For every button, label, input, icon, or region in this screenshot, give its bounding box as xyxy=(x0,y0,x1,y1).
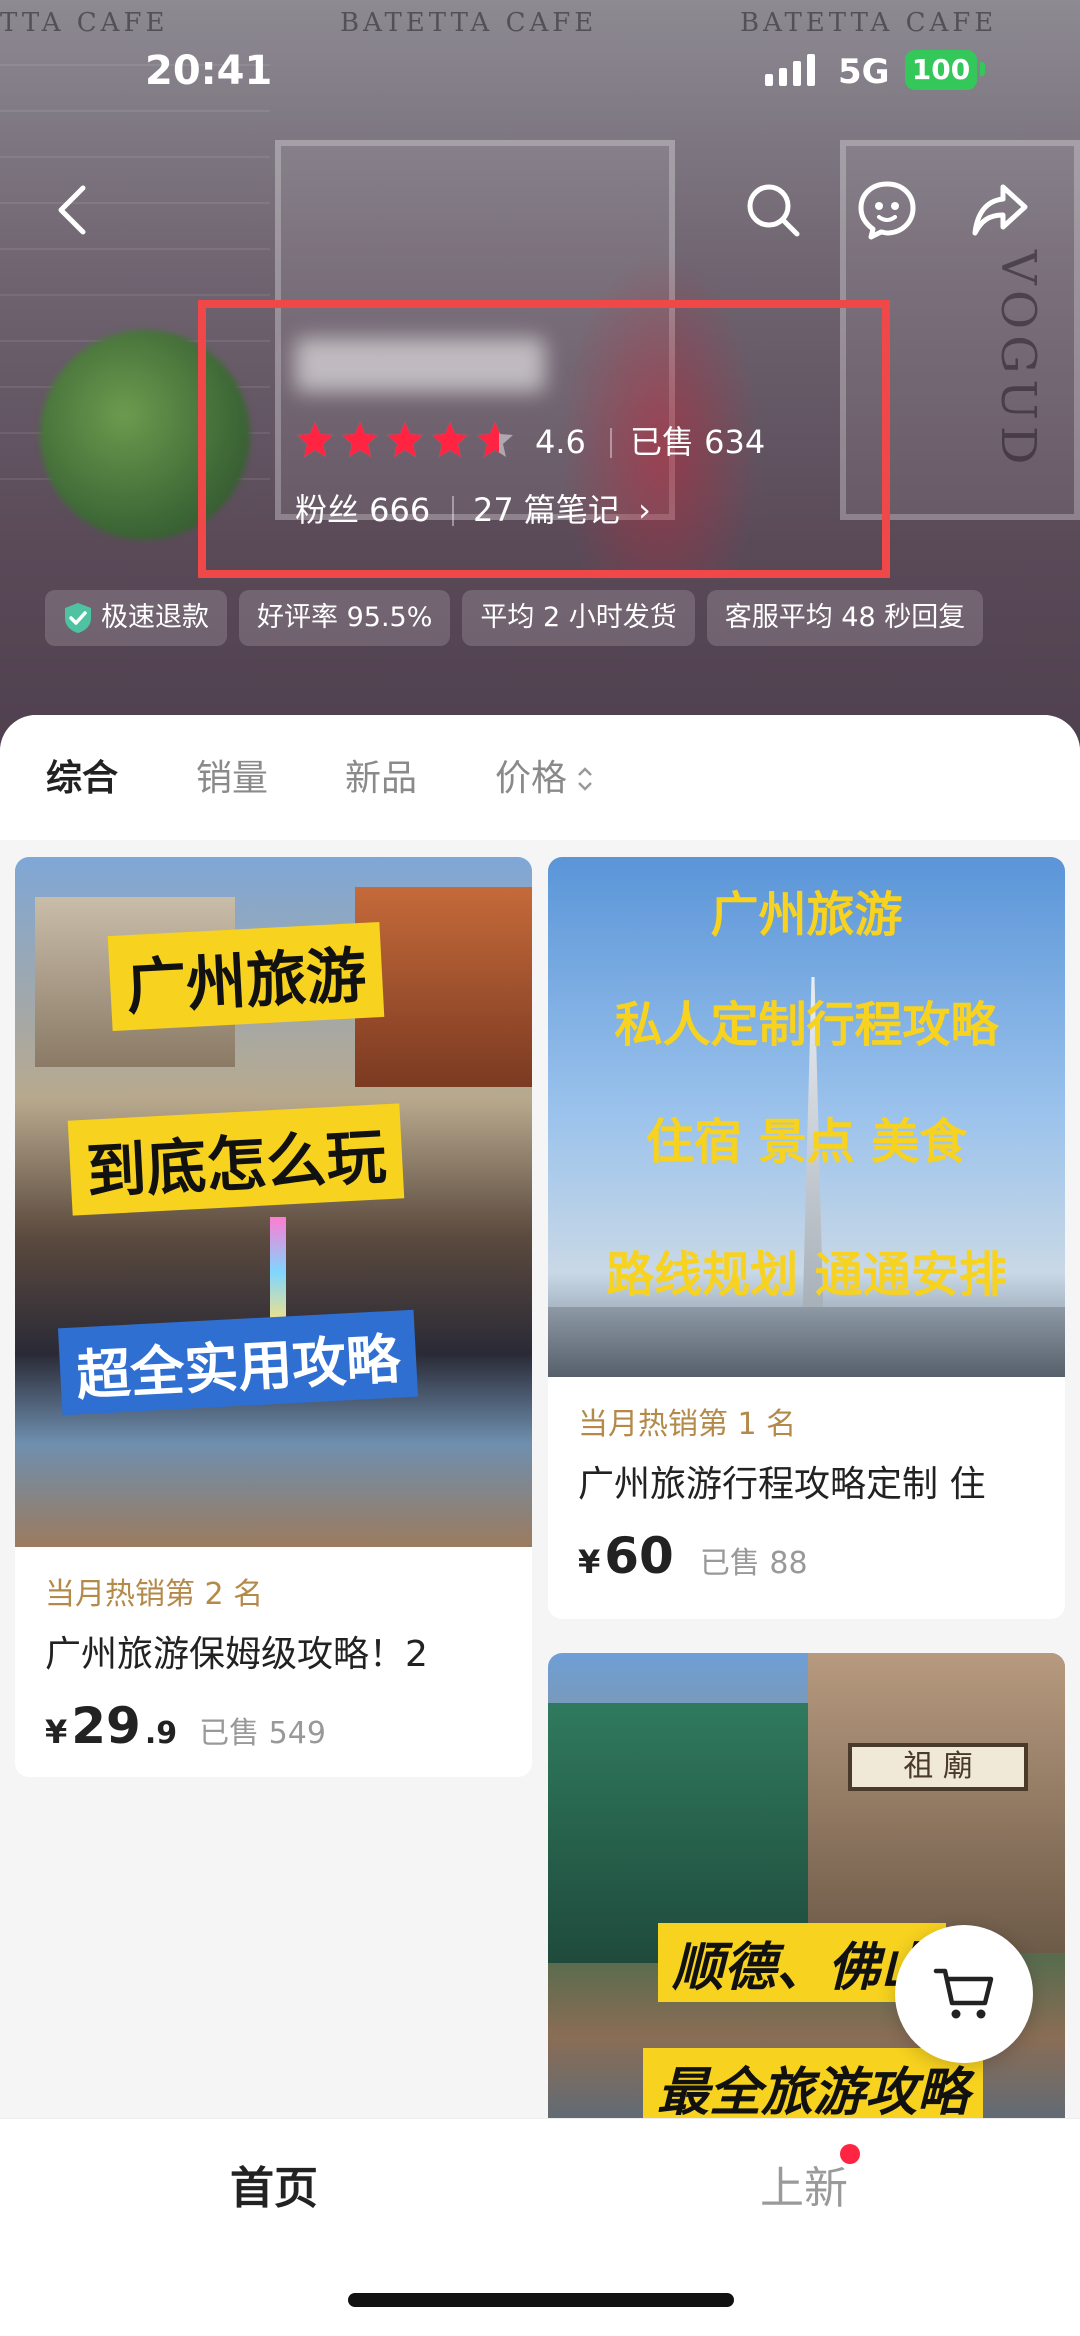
product-price-row: ¥ 29 .9 已售 549 xyxy=(45,1697,502,1755)
shield-check-icon xyxy=(65,603,91,633)
notes-label: 27 篇笔记 xyxy=(473,491,620,529)
sort-tab-price[interactable]: 价格 xyxy=(495,755,595,803)
tag-fast-refund[interactable]: 极速退款 xyxy=(45,590,227,646)
divider xyxy=(452,496,454,526)
home-indicator[interactable] xyxy=(348,2293,734,2307)
tag-reply-time[interactable]: 客服平均 48 秒回复 xyxy=(706,590,984,646)
thumb-text: 超全实用攻略 xyxy=(57,1309,419,1416)
back-icon[interactable] xyxy=(38,175,108,245)
thumb-text: 住宿 景点 美食 xyxy=(645,1114,968,1170)
share-icon[interactable] xyxy=(965,175,1035,245)
product-title: 广州旅游保姆级攻略！2 xyxy=(45,1634,428,1675)
thumb-text: 广州旅游 xyxy=(710,887,903,943)
shop-rating: 4.6 xyxy=(535,423,586,461)
thumb-sign: 祖 廟 xyxy=(848,1743,1028,1791)
divider xyxy=(610,428,612,458)
battery-icon: 100 xyxy=(905,50,977,90)
product-thumbnail: 广州旅游 到底怎么玩 超全实用攻略 xyxy=(15,857,532,1547)
battery-tip xyxy=(980,62,985,76)
status-time: 20:41 xyxy=(145,48,273,94)
tag-label: 平均 2 小时发货 xyxy=(480,602,677,633)
price-symbol: ¥ xyxy=(578,1543,601,1581)
thumb-canton-tower xyxy=(270,1217,286,1327)
bg-sign: TTA CAFE xyxy=(0,8,169,38)
price-symbol: ¥ xyxy=(45,1713,68,1751)
sort-bar: 综合 销量 新品 价格 xyxy=(0,715,1080,840)
tag-label: 极速退款 xyxy=(101,602,209,633)
product-card[interactable]: 广州旅游 私人定制行程攻略 住宿 景点 美食 路线规划 通通安排 当月热销第 1… xyxy=(548,857,1065,1619)
thumb-skyline xyxy=(548,1307,1065,1377)
thumb-text: 路线规划 通通安排 xyxy=(606,1247,1007,1303)
network-label: 5G xyxy=(838,52,890,92)
thumb-text: 广州旅游 xyxy=(107,921,385,1032)
product-sheet: 综合 销量 新品 价格 广州旅游 到底怎么玩 超全实用攻略 当月热销第 2 名 … xyxy=(0,715,1080,2336)
bg-side-text: VOGUD xyxy=(990,250,1046,471)
tag-label: 客服平均 48 秒回复 xyxy=(724,602,966,633)
star-icon xyxy=(342,422,378,457)
thumb-text: 到底怎么玩 xyxy=(67,1103,405,1216)
product-rank: 当月热销第 2 名 xyxy=(45,1577,264,1612)
product-card[interactable]: 祖 廟 顺德、佛山 最全旅游攻略 xyxy=(548,1653,1065,2133)
bottom-tab-new[interactable]: 上新 xyxy=(760,2159,848,2219)
star-icon xyxy=(387,422,423,457)
sort-tab-sales[interactable]: 销量 xyxy=(196,755,268,803)
sort-arrows-icon xyxy=(578,767,592,791)
bottom-tab-home[interactable]: 首页 xyxy=(230,2159,318,2219)
product-price-row: ¥ 60 已售 88 xyxy=(578,1527,1035,1585)
thumb-ancestral-hall xyxy=(808,1653,1065,1953)
product-title: 广州旅游行程攻略定制 住 xyxy=(578,1464,986,1505)
price-decimal: .9 xyxy=(144,1716,178,1751)
cart-button[interactable] xyxy=(895,1925,1033,2063)
cart-icon xyxy=(933,1968,994,2019)
bg-sign: BATETTA CAFE xyxy=(740,8,998,38)
product-thumbnail: 广州旅游 私人定制行程攻略 住宿 景点 美食 路线规划 通通安排 xyxy=(548,857,1065,1377)
thumb-text: 私人定制行程攻略 xyxy=(614,997,999,1053)
shop-sold-count: 已售 634 xyxy=(630,423,766,461)
chat-icon[interactable] xyxy=(852,175,922,245)
shop-notes-link[interactable]: 27 篇笔记 › xyxy=(473,488,651,532)
product-sold: 已售 549 xyxy=(199,1716,326,1751)
product-rank: 当月热销第 1 名 xyxy=(578,1407,797,1442)
signal-icon xyxy=(765,54,815,86)
search-icon[interactable] xyxy=(738,175,808,245)
star-icon xyxy=(297,422,333,457)
sort-tab-price-label: 价格 xyxy=(495,758,568,799)
product-sold: 已售 88 xyxy=(699,1546,808,1581)
chevron-right-icon: › xyxy=(638,491,651,529)
price-integer: 29 xyxy=(71,1697,141,1755)
tag-label: 好评率 95.5% xyxy=(257,602,433,633)
thumb-text: 最全旅游攻略 xyxy=(643,2048,984,2127)
star-icon xyxy=(432,422,468,457)
sort-tab-overall[interactable]: 综合 xyxy=(46,755,118,803)
status-bar: 20:41 5G 100 xyxy=(0,40,1080,100)
rating-stars xyxy=(295,420,515,460)
shop-fans: 粉丝 666 xyxy=(295,491,431,529)
product-card[interactable]: 广州旅游 到底怎么玩 超全实用攻略 当月热销第 2 名 广州旅游保姆级攻略！2 … xyxy=(15,857,532,1777)
product-thumbnail: 祖 廟 顺德、佛山 最全旅游攻略 xyxy=(548,1653,1065,2133)
tag-good-rating[interactable]: 好评率 95.5% xyxy=(239,590,451,646)
service-tags: 极速退款 好评率 95.5% 平均 2 小时发货 客服平均 48 秒回复 xyxy=(45,590,984,646)
new-badge xyxy=(840,2144,860,2164)
bg-sign: BATETTA CAFE xyxy=(340,8,598,38)
price-integer: 60 xyxy=(604,1527,674,1585)
star-icon xyxy=(477,422,513,457)
tag-shipping-time[interactable]: 平均 2 小时发货 xyxy=(462,590,695,646)
sort-tab-new[interactable]: 新品 xyxy=(345,755,417,803)
